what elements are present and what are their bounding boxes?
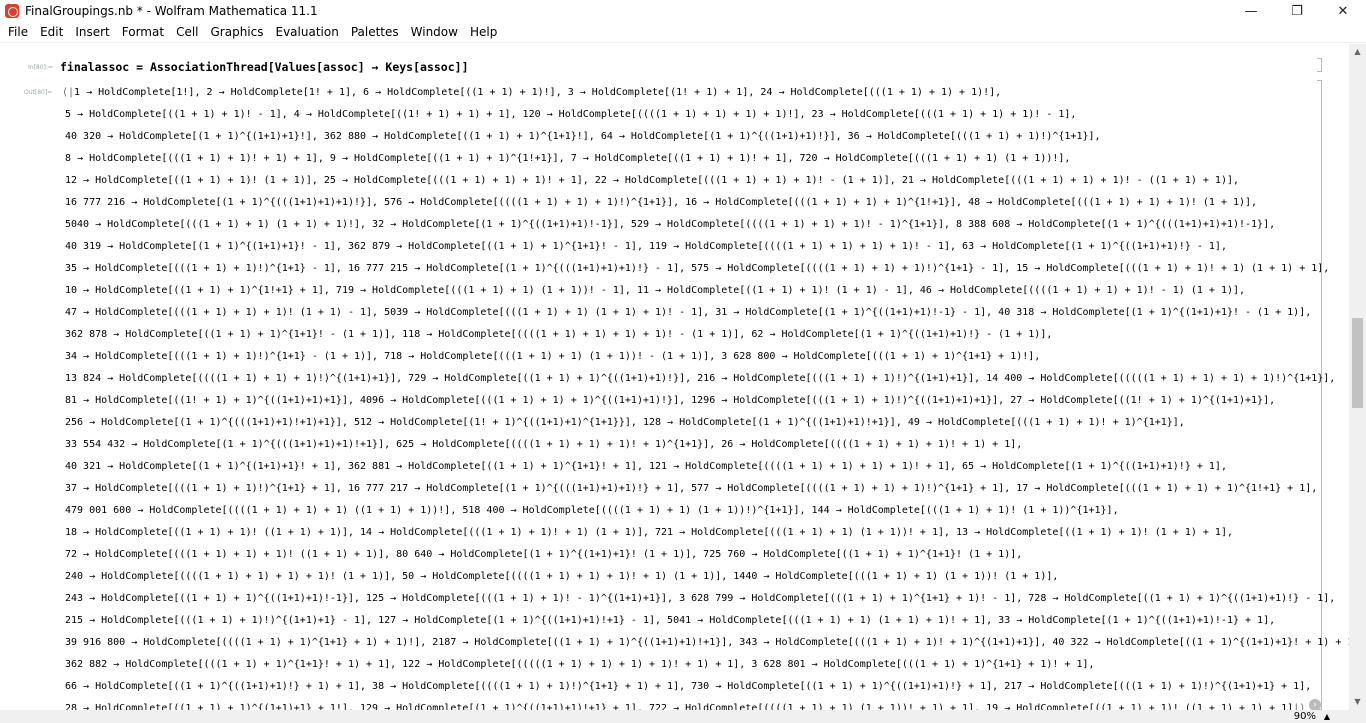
- scroll-thumb[interactable]: [1352, 318, 1363, 408]
- minimize-button[interactable]: —: [1228, 0, 1274, 22]
- menu-file[interactable]: File: [2, 25, 34, 39]
- output-line: 39 916 800 → HoldComplete[((((1 + 1) + 1…: [62, 632, 1365, 654]
- output-line-text: 243 → HoldComplete[((1 + 1) + 1)^{((1+1)…: [65, 593, 1336, 604]
- output-line: 18 → HoldComplete[((1 + 1) + 1)! ((1 + 1…: [62, 522, 1365, 544]
- menu-bar: File Edit Insert Format Cell Graphics Ev…: [0, 22, 1366, 43]
- notebook-area: In[80]:= finalassoc = AssociationThread[…: [0, 44, 1365, 714]
- output-line: 243 → HoldComplete[((1 + 1) + 1)^{((1+1)…: [62, 588, 1365, 610]
- output-line: 37 → HoldComplete[(((1 + 1) + 1)!)^{1+1}…: [62, 478, 1365, 500]
- output-line: 479 001 600 → HoldComplete[((((1 + 1) + …: [62, 500, 1365, 522]
- menu-evaluation[interactable]: Evaluation: [270, 25, 345, 39]
- output-line-text: 16 777 216 → HoldComplete[(1 + 1)^{(((1+…: [65, 197, 1258, 208]
- scroll-up-icon[interactable]: ▲: [1349, 44, 1366, 60]
- input-cell-bracket[interactable]: [1317, 58, 1322, 72]
- menu-palettes[interactable]: Palettes: [345, 25, 405, 39]
- output-line: 362 878 → HoldComplete[((1 + 1) + 1)^{1+…: [62, 324, 1365, 346]
- mathematica-logo-icon: [5, 4, 19, 18]
- menu-insert[interactable]: Insert: [69, 25, 115, 39]
- menu-format[interactable]: Format: [116, 25, 170, 39]
- title-bar: FinalGroupings.nb * - Wolfram Mathematic…: [0, 0, 1366, 22]
- output-line-text: 362 882 → HoldComplete[(((1 + 1) + 1)^{1…: [65, 659, 1095, 670]
- output-line-text: 40 319 → HoldComplete[(1 + 1)^{(1+1)+1}!…: [65, 241, 1227, 252]
- output-line-text: 40 321 → HoldComplete[(1 + 1)^{(1+1)+1}!…: [65, 461, 1227, 472]
- output-line-text: 1 → HoldComplete[1!], 2 → HoldComplete[1…: [74, 87, 1002, 98]
- output-line: 5040 → HoldComplete[(((1 + 1) + 1) (1 + …: [62, 214, 1365, 236]
- menu-cell[interactable]: Cell: [170, 25, 204, 39]
- close-button[interactable]: ✕: [1320, 0, 1366, 22]
- output-line: 12 → HoldComplete[((1 + 1) + 1)! (1 + 1)…: [62, 170, 1365, 192]
- vertical-scrollbar[interactable]: ▲ ▼: [1349, 44, 1366, 710]
- output-line: 256 → HoldComplete[(1 + 1)^{(((1+1)+1)!+…: [62, 412, 1365, 434]
- output-line-text: 362 878 → HoldComplete[((1 + 1) + 1)^{1+…: [65, 329, 1053, 340]
- menu-graphics[interactable]: Graphics: [205, 25, 270, 39]
- menu-window[interactable]: Window: [405, 25, 464, 39]
- output-line: 240 → HoldComplete[((((1 + 1) + 1) + 1) …: [62, 566, 1365, 588]
- output-line-text: 8 → HoldComplete[(((1 + 1) + 1)! + 1) + …: [65, 153, 1071, 164]
- output-line: 40 321 → HoldComplete[(1 + 1)^{(1+1)+1}!…: [62, 456, 1365, 478]
- output-line: 8 → HoldComplete[(((1 + 1) + 1)! + 1) + …: [62, 148, 1365, 170]
- association-open-bracket: ⟨|: [62, 87, 75, 98]
- output-line: 13 824 → HoldComplete[((((1 + 1) + 1) + …: [62, 368, 1365, 390]
- output-line: 215 → HoldComplete[(((1 + 1) + 1)!)^{(1+…: [62, 610, 1365, 632]
- output-line: 362 882 → HoldComplete[(((1 + 1) + 1)^{1…: [62, 654, 1365, 676]
- output-line: 72 → HoldComplete[(((1 + 1) + 1) + 1)! (…: [62, 544, 1365, 566]
- output-line: 66 → HoldComplete[((1 + 1)^{((1+1)+1)!} …: [62, 676, 1365, 698]
- output-line: 16 777 216 → HoldComplete[(1 + 1)^{(((1+…: [62, 192, 1365, 214]
- window-controls: — ❐ ✕: [1228, 0, 1366, 22]
- output-line: 34 → HoldComplete[(((1 + 1) + 1)!)^{1+1}…: [62, 346, 1365, 368]
- output-line-text: 12 → HoldComplete[((1 + 1) + 1)! (1 + 1)…: [65, 175, 1239, 186]
- output-line-text: 5 → HoldComplete[((1 + 1) + 1)! - 1], 4 …: [65, 109, 1077, 120]
- output-line: 35 → HoldComplete[(((1 + 1) + 1)!)^{1+1}…: [62, 258, 1365, 280]
- output-line-text: 479 001 600 → HoldComplete[((((1 + 1) + …: [65, 505, 1119, 516]
- output-line-text: 13 824 → HoldComplete[((((1 + 1) + 1) + …: [65, 373, 1336, 384]
- status-bar: 90% ▲: [0, 710, 1366, 723]
- output-line: 81 → HoldComplete[((1! + 1) + 1)^{((1+1)…: [62, 390, 1365, 412]
- zoom-level[interactable]: 90%: [1294, 710, 1316, 723]
- window-title: FinalGroupings.nb * - Wolfram Mathematic…: [25, 4, 318, 18]
- input-cell-code[interactable]: finalassoc = AssociationThread[Values[as…: [60, 60, 469, 74]
- output-line: 40 319 → HoldComplete[(1 + 1)^{(1+1)+1}!…: [62, 236, 1365, 258]
- output-line-text: 18 → HoldComplete[((1 + 1) + 1)! ((1 + 1…: [65, 527, 1233, 538]
- output-line-text: 35 → HoldComplete[(((1 + 1) + 1)!)^{1+1}…: [65, 263, 1330, 274]
- output-line: 33 554 432 → HoldComplete[(1 + 1)^{(((1+…: [62, 434, 1365, 456]
- input-cell-label: In[80]:=: [28, 64, 53, 71]
- output-line-text: 240 → HoldComplete[((((1 + 1) + 1) + 1) …: [65, 571, 1059, 582]
- menu-edit[interactable]: Edit: [34, 25, 69, 39]
- output-line-text: 256 → HoldComplete[(1 + 1)^{(((1+1)+1)!+…: [65, 417, 1185, 428]
- scroll-down-icon[interactable]: ▼: [1349, 694, 1366, 710]
- output-cell[interactable]: ⟨|1 → HoldComplete[1!], 2 → HoldComplete…: [62, 82, 1365, 720]
- output-line-text: 33 554 432 → HoldComplete[(1 + 1)^{(((1+…: [65, 439, 1023, 450]
- menu-help[interactable]: Help: [464, 25, 503, 39]
- output-line: 5 → HoldComplete[((1 + 1) + 1)! - 1], 4 …: [62, 104, 1365, 126]
- maximize-button[interactable]: ❐: [1274, 0, 1320, 22]
- output-line: 47 → HoldComplete[(((1 + 1) + 1) + 1)! (…: [62, 302, 1365, 324]
- output-line-text: 47 → HoldComplete[(((1 + 1) + 1) + 1)! (…: [65, 307, 1312, 318]
- output-line-text: 66 → HoldComplete[((1 + 1)^{((1+1)+1)!} …: [65, 681, 1312, 692]
- output-line: ⟨|1 → HoldComplete[1!], 2 → HoldComplete…: [62, 82, 1365, 104]
- output-line-text: 39 916 800 → HoldComplete[((((1 + 1) + 1…: [65, 637, 1366, 648]
- output-line-text: 37 → HoldComplete[(((1 + 1) + 1)!)^{1+1}…: [65, 483, 1318, 494]
- output-line-text: 10 → HoldComplete[((1 + 1) + 1)^{1!+1} +…: [65, 285, 1246, 296]
- zoom-menu-icon[interactable]: ▲: [1324, 710, 1330, 723]
- output-line-text: 81 → HoldComplete[((1! + 1) + 1)^{((1+1)…: [65, 395, 1276, 406]
- output-line: 40 320 → HoldComplete[(1 + 1)^{(1+1)+1}!…: [62, 126, 1365, 148]
- output-line-text: 5040 → HoldComplete[(((1 + 1) + 1) (1 + …: [65, 219, 1276, 230]
- output-line-text: 72 → HoldComplete[(((1 + 1) + 1) + 1)! (…: [65, 549, 1023, 560]
- output-line-text: 34 → HoldComplete[(((1 + 1) + 1)!)^{1+1}…: [65, 351, 1041, 362]
- output-line: 10 → HoldComplete[((1 + 1) + 1)^{1!+1} +…: [62, 280, 1365, 302]
- output-cell-label: Out[80]=: [24, 89, 53, 96]
- output-line-text: 40 320 → HoldComplete[(1 + 1)^{(1+1)+1}!…: [65, 131, 1101, 142]
- output-line-text: 215 → HoldComplete[(((1 + 1) + 1)!)^{(1+…: [65, 615, 1276, 626]
